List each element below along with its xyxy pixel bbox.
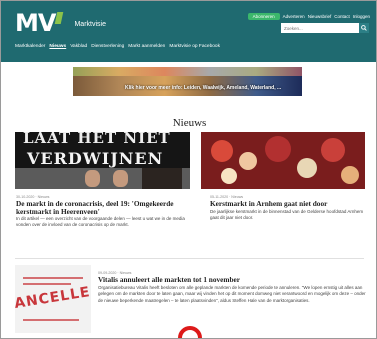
search-input[interactable]: [281, 23, 359, 33]
divider: [15, 258, 364, 259]
top-links: Abonneren Adverteren Nieuwsbrief Contact…: [247, 13, 370, 20]
advert-banner[interactable]: Klik hier voor meer info: Leiden, Waalwi…: [73, 67, 302, 96]
search-form: [281, 23, 369, 33]
image-caption: VERDWIJNEN: [27, 149, 164, 168]
top-link-contact[interactable]: Contact: [334, 14, 350, 19]
article-excerpt: De jaarlijkse kerstmarkt in de binnensta…: [210, 209, 364, 221]
image-caption: ANCELLE: [15, 284, 91, 312]
nav-item-dienstverlening[interactable]: Dienstverlening: [91, 44, 124, 49]
article-excerpt: In dit artikel — een overzicht van de vo…: [16, 216, 185, 228]
article-title[interactable]: De markt in de coronacrisis, deel 19: 'O…: [16, 200, 194, 215]
site-header: MV Marktvisie Abonneren Adverteren Nieuw…: [1, 1, 376, 62]
page: MV Marktvisie Abonneren Adverteren Nieuw…: [0, 0, 377, 339]
image-caption: LAAT HET NIET: [23, 132, 171, 147]
search-icon: [361, 25, 367, 31]
top-link-adverteren[interactable]: Adverteren: [283, 14, 305, 19]
section-title: Nieuws: [172, 117, 207, 129]
article-image[interactable]: ANCELLE: [15, 265, 91, 333]
banner-text: Klik hier voor meer info: Leiden, Waalwi…: [125, 85, 282, 91]
top-link-inloggen[interactable]: Inloggen: [353, 14, 370, 19]
nav-item-marktkalender[interactable]: Marktkalender: [15, 44, 45, 49]
nav-item-markt-aanmelden[interactable]: Markt aanmelden: [128, 44, 165, 49]
loading-spinner-icon: [178, 326, 202, 338]
banner-decoration: [73, 67, 302, 76]
site-logo[interactable]: MV Marktvisie: [15, 8, 106, 38]
article-title[interactable]: Vitalis annuleert alle markten tot 1 nov…: [98, 276, 366, 284]
article-image[interactable]: LAAT HET NIET VERDWIJNEN: [15, 132, 190, 189]
article-title[interactable]: Kerstmarkt in Arnhem gaat niet door: [210, 200, 368, 208]
site-name: Marktvisie: [74, 20, 106, 28]
logo-mark-text: MV: [15, 9, 56, 37]
article-image[interactable]: [201, 132, 365, 189]
logo-accent-icon: [55, 12, 64, 24]
top-link-nieuwsbrief[interactable]: Nieuwsbrief: [308, 14, 332, 19]
subscribe-button[interactable]: Abonneren: [247, 13, 280, 20]
search-button[interactable]: [359, 23, 369, 33]
main-nav: Marktkalender Nieuws Vakblad Dienstverle…: [15, 44, 220, 49]
nav-item-facebook[interactable]: Marktvisie op Facebook: [169, 44, 220, 49]
nav-item-nieuws[interactable]: Nieuws: [49, 44, 66, 49]
article-excerpt: Organisatiebureau Vitalis heeft besloten…: [98, 285, 366, 303]
nav-item-vakblad[interactable]: Vakblad: [70, 44, 87, 49]
